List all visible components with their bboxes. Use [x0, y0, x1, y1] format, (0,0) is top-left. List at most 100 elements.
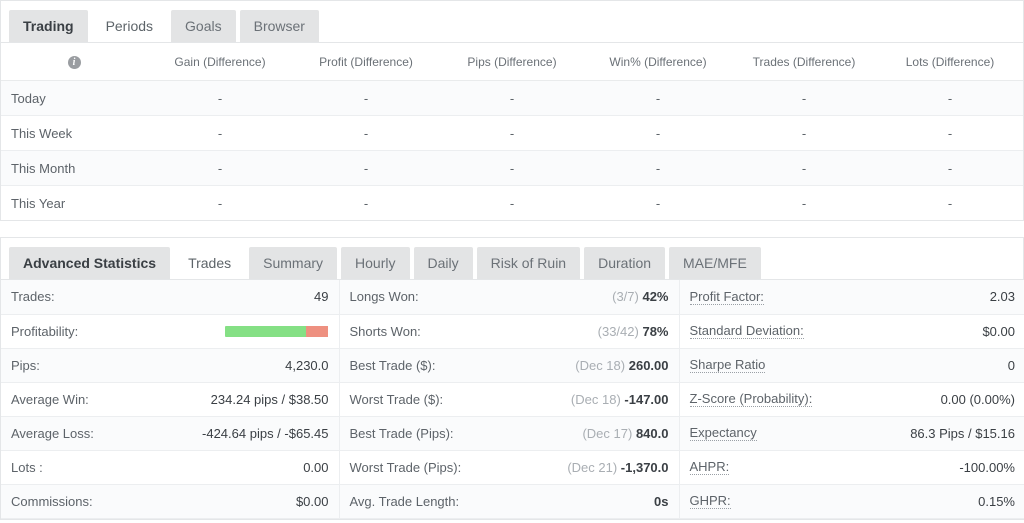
cell-year-profit: - [293, 185, 439, 220]
stat-value-ahpr: -100.00% [959, 459, 1015, 475]
stat-z-score: Z-Score (Probability): 0.00 (0.00%) [678, 382, 1024, 417]
stat-label-standard-deviation[interactable]: Standard Deviation: [689, 323, 804, 339]
stat-value-profit-factor: 2.03 [989, 289, 1015, 305]
stat-value-average-win: 234.24 pips / $38.50 [210, 391, 329, 407]
stat-pips: Pips: 4,230.0 [1, 348, 339, 383]
cell-week-profit: - [293, 115, 439, 151]
stat-value-pips: 4,230.0 [285, 357, 329, 373]
row-label-this-year: This Year [1, 185, 147, 220]
stat-commissions: Commissions: $0.00 [1, 484, 339, 519]
stat-value-shorts-won: 78% [642, 323, 669, 339]
stat-value-worst-trade-pips: -1,370.0 [620, 459, 669, 475]
cell-week-gain: - [147, 115, 293, 151]
column-header-lots[interactable]: Lots (Difference) [877, 43, 1023, 81]
stat-label-profitability: Profitability: [11, 323, 79, 339]
stat-label-longs-won: Longs Won: [349, 289, 419, 305]
periods-tabstrip: Trading Periods Goals Browser [1, 1, 1023, 43]
stat-value-sharpe-ratio: 0 [1007, 357, 1015, 373]
stat-label-ahpr[interactable]: AHPR: [689, 459, 730, 475]
cell-month-lots: - [877, 150, 1023, 186]
stat-sub-best-trade-pips: (Dec 17) [582, 425, 633, 441]
stats-row: Average Loss: -424.64 pips / -$65.45 Bes… [1, 416, 1024, 451]
stat-sub-best-trade-dollars: (Dec 18) [575, 357, 626, 373]
cell-month-profit: - [293, 150, 439, 186]
stats-row: Trades: 49 Longs Won: (3/7) 42% Profit F… [1, 280, 1024, 315]
stat-value-commissions: $0.00 [295, 493, 329, 509]
stat-sharpe-ratio: Sharpe Ratio 0 [678, 348, 1024, 383]
statistics-table: Trades: 49 Longs Won: (3/7) 42% Profit F… [1, 280, 1024, 519]
cell-month-gain: - [147, 150, 293, 186]
column-header-winpct[interactable]: Win% (Difference) [585, 43, 731, 81]
stat-label-avg-trade-length: Avg. Trade Length: [349, 493, 460, 509]
tab-mae-mfe[interactable]: MAE/MFE [669, 247, 761, 279]
stat-label-profit-factor[interactable]: Profit Factor: [689, 289, 764, 305]
advanced-statistics-panel: Advanced Statistics Trades Summary Hourl… [0, 237, 1024, 520]
column-header-profit[interactable]: Profit (Difference) [293, 43, 439, 81]
column-header-pips[interactable]: Pips (Difference) [439, 43, 585, 81]
stat-value-longs-won: 42% [642, 289, 669, 305]
tab-advanced-statistics[interactable]: Advanced Statistics [9, 247, 171, 279]
stat-value-ghpr: 0.15% [978, 493, 1015, 509]
cell-month-pips: - [439, 150, 585, 186]
stat-label-shorts-won: Shorts Won: [349, 323, 421, 339]
tab-hourly[interactable]: Hourly [341, 247, 410, 279]
panel-gap [0, 221, 1024, 237]
table-row: This Year - - - - - - [1, 185, 1023, 220]
info-icon[interactable]: i [67, 55, 81, 69]
stat-label-average-win: Average Win: [11, 391, 89, 407]
stat-worst-trade-pips: Worst Trade (Pips): (Dec 21) -1,370.0 [338, 450, 679, 485]
stat-best-trade-pips: Best Trade (Pips): (Dec 17) 840.0 [338, 416, 679, 451]
stat-profitability: Profitability: [1, 314, 339, 349]
tab-goals[interactable]: Goals [171, 10, 236, 42]
stat-average-loss: Average Loss: -424.64 pips / -$65.45 [1, 416, 339, 451]
stats-row: Pips: 4,230.0 Best Trade ($): (Dec 18) 2… [1, 348, 1024, 383]
stat-label-best-trade-pips: Best Trade (Pips): [349, 425, 454, 441]
tab-trades[interactable]: Trades [174, 247, 246, 279]
column-header-gain[interactable]: Gain (Difference) [147, 43, 293, 81]
cell-year-winpct: - [585, 185, 731, 220]
periods-table-header-row: i Gain (Difference) Profit (Difference) … [1, 43, 1023, 81]
table-row: This Month - - - - - - [1, 150, 1023, 186]
column-header-trades[interactable]: Trades (Difference) [731, 43, 877, 81]
row-label-this-month: This Month [1, 150, 147, 186]
stat-avg-trade-length: Avg. Trade Length: 0s [338, 484, 679, 519]
tab-browser[interactable]: Browser [239, 10, 319, 42]
cell-today-profit: - [293, 80, 439, 116]
tab-daily[interactable]: Daily [413, 247, 473, 279]
stats-row: Lots : 0.00 Worst Trade (Pips): (Dec 21)… [1, 450, 1024, 485]
cell-year-lots: - [877, 185, 1023, 220]
stat-value-lots: 0.00 [303, 459, 329, 475]
stat-label-ghpr[interactable]: GHPR: [689, 493, 731, 509]
tab-trading[interactable]: Trading [9, 10, 88, 42]
stat-value-expectancy: 86.3 Pips / $15.16 [910, 425, 1015, 441]
tab-duration[interactable]: Duration [584, 247, 666, 279]
stat-label-expectancy[interactable]: Expectancy [689, 425, 757, 441]
tab-summary[interactable]: Summary [249, 247, 338, 279]
tab-risk-of-ruin[interactable]: Risk of Ruin [476, 247, 581, 279]
stat-sub-worst-trade-pips: (Dec 21) [567, 459, 618, 475]
tab-periods[interactable]: Periods [91, 10, 168, 42]
cell-today-winpct: - [585, 80, 731, 116]
stat-label-trades: Trades: [11, 289, 55, 305]
cell-week-trades: - [731, 115, 877, 151]
stats-row: Average Win: 234.24 pips / $38.50 Worst … [1, 382, 1024, 417]
stat-sub-worst-trade-dollars: (Dec 18) [570, 391, 621, 407]
periods-panel: Trading Periods Goals Browser i Gain (Di… [0, 0, 1024, 221]
cell-month-winpct: - [585, 150, 731, 186]
stat-value-standard-deviation: $0.00 [982, 323, 1015, 339]
stat-value-average-loss: -424.64 pips / -$65.45 [202, 425, 329, 441]
stat-value-trades: 49 [314, 289, 329, 305]
stat-label-average-loss: Average Loss: [11, 425, 94, 441]
profitability-bar [224, 325, 329, 337]
stat-label-sharpe-ratio[interactable]: Sharpe Ratio [689, 357, 766, 373]
table-row: This Week - - - - - - [1, 115, 1023, 151]
row-label-today: Today [1, 80, 147, 116]
stat-trades: Trades: 49 [1, 280, 339, 315]
table-row: Today - - - - - - [1, 80, 1023, 116]
stat-label-z-score[interactable]: Z-Score (Probability): [689, 391, 813, 407]
statistics-tabstrip: Advanced Statistics Trades Summary Hourl… [1, 238, 1023, 280]
stat-lots: Lots : 0.00 [1, 450, 339, 485]
stat-sub-shorts-won: (33/42) [597, 323, 639, 339]
periods-info-header: i [1, 43, 147, 81]
stat-expectancy: Expectancy 86.3 Pips / $15.16 [678, 416, 1024, 451]
